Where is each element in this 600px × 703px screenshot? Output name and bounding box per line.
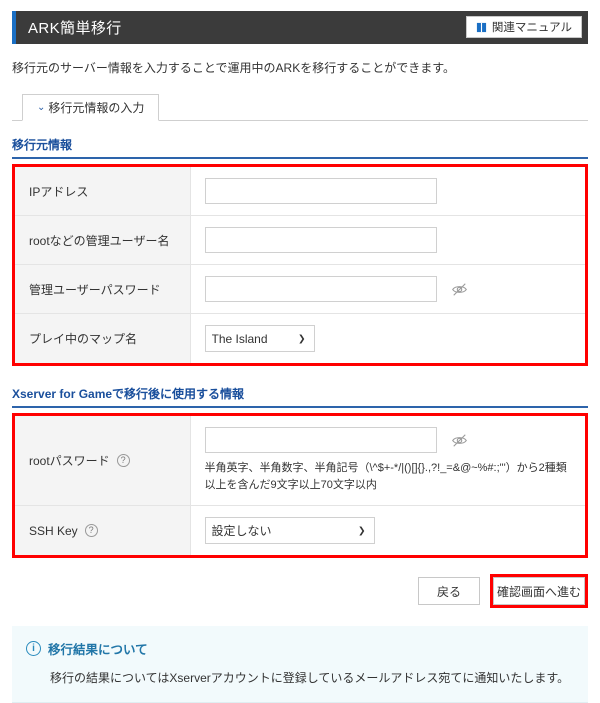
row-label-admin-password: 管理ユーザーパスワード [15, 264, 191, 314]
row-control-root-password: 半角英字、半角数字、半角記号（\^$+-*/|()[]{}.,?!_=&@~%#… [190, 416, 585, 506]
table-row: rootなどの管理ユーザー名 [15, 215, 585, 265]
ssh-key-select[interactable]: 設定しない [204, 517, 375, 545]
tab-source-info[interactable]: ⌄ 移行元情報の入力 [22, 94, 160, 121]
row-label-ssh-key: SSH Key ? [15, 505, 191, 556]
table-row: IPアドレス [15, 167, 585, 216]
info-box: i 移行結果について 移行の結果についてはXserverアカウントに登録している… [12, 626, 588, 703]
section-heading-target: Xserver for Gameで移行後に使用する情報 [12, 385, 588, 408]
source-form-table: IPアドレス rootなどの管理ユーザー名 管理ユーザーパスワード プレイ中のマ… [15, 167, 585, 363]
chevron-down-icon: ⌄ [37, 101, 46, 113]
row-label-root-password: rootパスワード ? [15, 416, 191, 506]
admin-username-input[interactable] [204, 227, 437, 253]
page-root: ARK簡単移行 関連マニュアル 移行元のサーバー情報を入力することで運用中のAR… [0, 11, 600, 703]
info-box-body: 移行の結果についてはXserverアカウントに登録しているメールアドレス宛てに通… [50, 671, 570, 686]
question-circle-icon[interactable]: ? [84, 524, 98, 538]
password-field-group [204, 276, 576, 302]
password-field-group [204, 427, 576, 453]
table-row: rootパスワード ? 半角英字、半角数字、半角記号（\^$+-*/|()[]{… [15, 416, 585, 506]
row-control-admin-user [190, 216, 585, 265]
highlight-box-source-form: IPアドレス rootなどの管理ユーザー名 管理ユーザーパスワード プレイ中のマ… [12, 164, 588, 366]
page-title: ARK簡単移行 [28, 20, 122, 37]
table-row: プレイ中のマップ名 The Island ❯ [15, 313, 585, 364]
related-manual-button[interactable]: 関連マニュアル [465, 16, 582, 38]
label-text: SSH Key [29, 523, 78, 538]
ssh-key-select-wrapper: 設定しない ❯ [204, 517, 375, 545]
tab-source-info-label: 移行元情報の入力 [48, 101, 145, 115]
root-password-hint: 半角英字、半角数字、半角記号（\^$+-*/|()[]{}.,?!_=&@~%#… [204, 462, 567, 492]
label-group: rootパスワード ? [29, 452, 190, 469]
row-control-ssh-key: 設定しない ❯ [190, 506, 585, 556]
highlight-box-next-button: 確認画面へ進む [490, 574, 588, 609]
label-text: rootなどの管理ユーザー名 [29, 233, 170, 248]
row-control-map-name: The Island ❯ [190, 314, 585, 364]
back-button[interactable]: 戻る [418, 577, 480, 606]
eye-slash-icon[interactable] [451, 281, 468, 298]
row-control-admin-password [190, 265, 585, 314]
highlight-box-target-form: rootパスワード ? 半角英字、半角数字、半角記号（\^$+-*/|()[]{… [12, 413, 588, 559]
page-header: ARK簡単移行 関連マニュアル [12, 11, 588, 44]
book-icon [476, 22, 487, 33]
label-text: 管理ユーザーパスワード [29, 282, 161, 297]
info-box-title: 移行結果について [48, 643, 148, 658]
eye-slash-icon[interactable] [451, 432, 468, 449]
label-text: rootパスワード [29, 454, 110, 469]
tab-bar: ⌄ 移行元情報の入力 [12, 93, 588, 121]
info-box-header: i 移行結果について [26, 639, 574, 658]
row-label-admin-user: rootなどの管理ユーザー名 [15, 215, 191, 265]
ip-address-input[interactable] [204, 178, 437, 204]
intro-text: 移行元のサーバー情報を入力することで運用中のARKを移行することができます。 [12, 61, 455, 75]
label-text: プレイ中のマップ名 [29, 332, 138, 346]
form-actions: 戻る 確認画面へ進む [12, 574, 588, 609]
target-form-table: rootパスワード ? 半角英字、半角数字、半角記号（\^$+-*/|()[]{… [15, 416, 585, 556]
row-label-ip-address: IPアドレス [15, 167, 191, 216]
section-heading-source: 移行元情報 [12, 136, 588, 159]
table-row: SSH Key ? 設定しない ❯ [15, 505, 585, 556]
table-row: 管理ユーザーパスワード [15, 264, 585, 314]
root-password-input[interactable] [204, 427, 437, 453]
admin-password-input[interactable] [204, 276, 437, 302]
label-text: IPアドレス [29, 184, 89, 199]
info-circle-icon: i [26, 641, 41, 657]
map-name-select[interactable]: The Island [204, 325, 315, 352]
proceed-to-confirm-button[interactable]: 確認画面へ進む [493, 577, 585, 606]
related-manual-label: 関連マニュアル [491, 22, 572, 34]
row-control-ip-address [190, 167, 585, 216]
label-group: SSH Key ? [29, 524, 190, 538]
map-select-wrapper: The Island ❯ [204, 325, 315, 352]
row-label-map-name: プレイ中のマップ名 [15, 313, 191, 363]
question-circle-icon[interactable]: ? [116, 454, 130, 468]
